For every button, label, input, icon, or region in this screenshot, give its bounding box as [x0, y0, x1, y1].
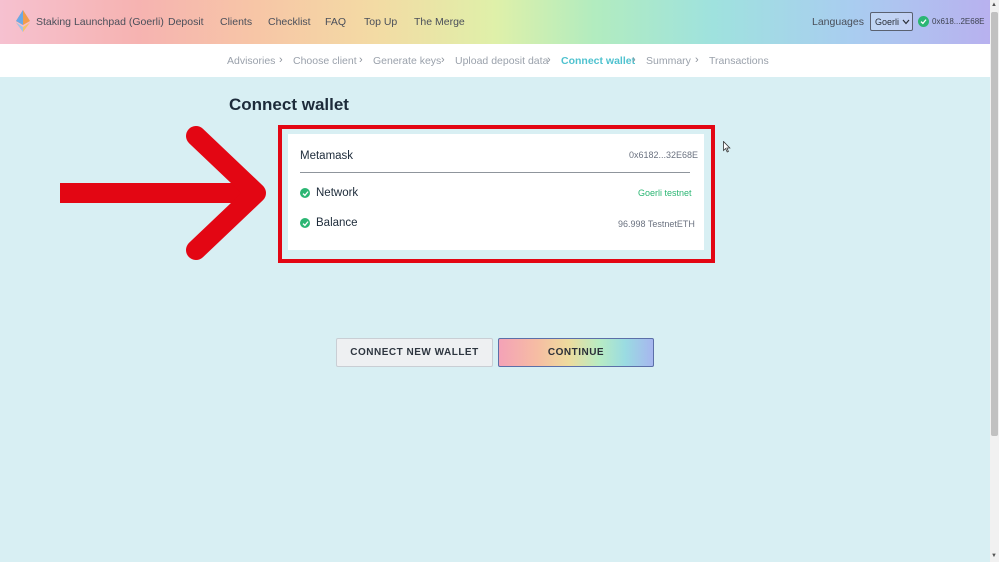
chevron-down-icon — [902, 19, 910, 24]
breadcrumb-advisories[interactable]: Advisories — [227, 55, 275, 67]
connected-check-icon — [918, 16, 929, 27]
breadcrumb-separator: › — [632, 54, 636, 66]
network-value: Goerli testnet — [638, 188, 692, 198]
scrollbar-thumb[interactable] — [991, 12, 998, 436]
balance-check-icon — [300, 218, 310, 228]
account-address[interactable]: 0x618...2E68E — [932, 17, 984, 26]
nav-link-checklist[interactable]: Checklist — [268, 16, 311, 28]
breadcrumb-separator: › — [279, 54, 283, 66]
top-nav: Staking Launchpad (Goerli) Deposit Clien… — [0, 0, 990, 44]
breadcrumb-upload-deposit-data[interactable]: Upload deposit data — [455, 55, 548, 67]
connect-new-wallet-button[interactable]: CONNECT NEW WALLET — [336, 338, 493, 367]
continue-button[interactable]: CONTINUE — [498, 338, 654, 367]
scroll-down-icon[interactable]: ▼ — [991, 553, 997, 559]
brand-title[interactable]: Staking Launchpad (Goerli) — [36, 16, 164, 28]
breadcrumb-connect-wallet[interactable]: Connect wallet — [561, 55, 635, 67]
wallet-address: 0x6182...32E68E — [629, 150, 699, 160]
wallet-provider: Metamask — [300, 150, 354, 162]
breadcrumb-separator: › — [695, 54, 699, 66]
balance-value: 96.998 TestnetETH — [618, 219, 695, 229]
network-select[interactable]: Goerli — [870, 12, 913, 31]
breadcrumb-separator: › — [441, 54, 445, 66]
breadcrumb-generate-keys[interactable]: Generate keys — [373, 55, 441, 67]
network-label: Network — [316, 187, 359, 199]
breadcrumb-choose-client[interactable]: Choose client — [293, 55, 357, 67]
nav-link-top-up[interactable]: Top Up — [364, 16, 397, 28]
network-check-icon — [300, 188, 310, 198]
nav-link-clients[interactable]: Clients — [220, 16, 252, 28]
breadcrumb-summary[interactable]: Summary — [646, 55, 691, 67]
breadcrumb-transactions[interactable]: Transactions — [709, 55, 769, 67]
page-title: Connect wallet — [229, 95, 349, 114]
scroll-up-icon[interactable]: ▲ — [991, 2, 997, 8]
nav-link-deposit[interactable]: Deposit — [168, 16, 204, 28]
nav-link-the-merge[interactable]: The Merge — [414, 16, 465, 28]
balance-label: Balance — [316, 217, 358, 229]
languages-link[interactable]: Languages — [812, 16, 864, 28]
network-select-value: Goerli — [875, 16, 900, 27]
breadcrumb-separator: › — [359, 54, 363, 66]
mouse-cursor-icon — [723, 141, 731, 153]
card-divider — [300, 172, 690, 173]
red-arrow-annotation-icon — [60, 126, 266, 260]
nav-link-faq[interactable]: FAQ — [325, 16, 346, 28]
ethereum-logo-icon[interactable] — [16, 10, 30, 32]
breadcrumb-separator: › — [547, 54, 551, 66]
